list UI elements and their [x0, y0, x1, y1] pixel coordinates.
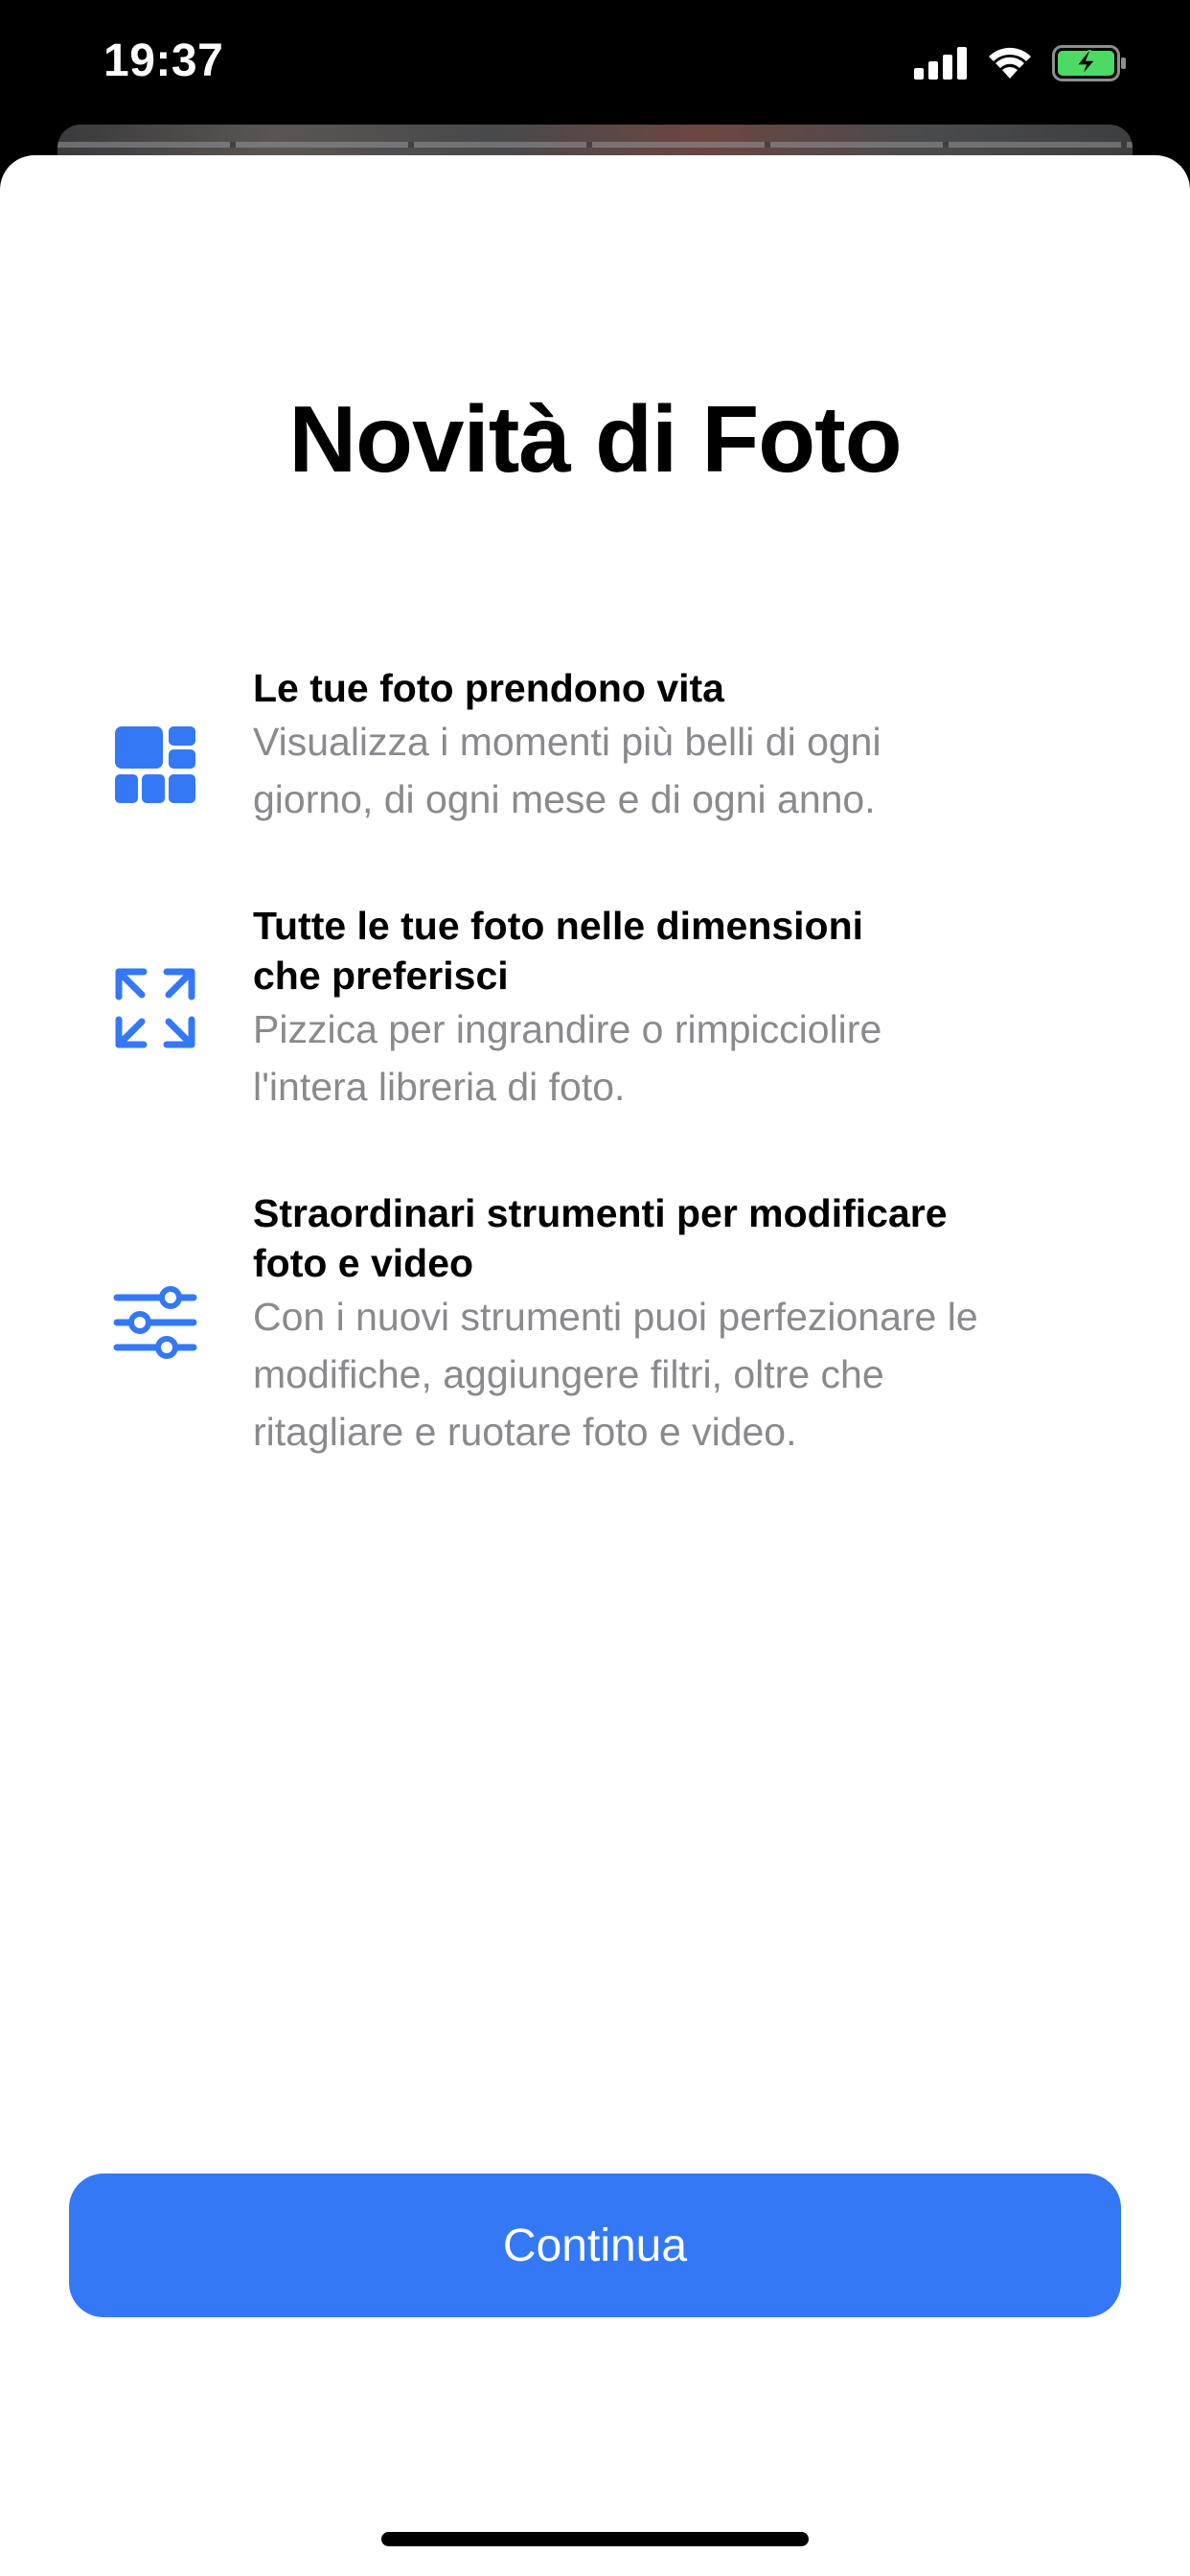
expand-arrows-icon	[115, 968, 195, 1048]
page-title: Novità di Foto	[288, 386, 902, 492]
continue-button[interactable]: Continua	[69, 2174, 1121, 2317]
feature-description-line: l'intera libreria di foto.	[253, 1065, 626, 1109]
whats-new-sheet: Novità di Foto Le tue foto prendono vita…	[0, 155, 1190, 2576]
feature-heading-line: Straordinari strumenti per modificare	[253, 1191, 948, 1235]
grid-layout-icon	[115, 726, 195, 803]
feature-heading-line: che preferisci	[253, 954, 509, 998]
feature-heading-line: Tutte le tue foto nelle dimensioni	[253, 904, 864, 948]
screen: 19:37 Novità di Foto Le tue foto prendon…	[0, 0, 1190, 2576]
feature-description-line: Visualizza i momenti più belli di ogni	[253, 720, 881, 764]
feature-description-line: Con i nuovi strumenti puoi perfezionare …	[253, 1295, 978, 1339]
feature-description-line: modifiche, aggiungere filtri, oltre che	[253, 1352, 884, 1396]
status-time: 19:37	[103, 35, 224, 86]
battery-charging-icon	[1052, 45, 1126, 81]
status-icons	[914, 44, 1127, 82]
feature-heading: Le tue foto prendono vita	[253, 666, 724, 710]
status-bar: 19:37	[0, 0, 1190, 125]
feature-description-line: ritagliare e ruotare foto e video.	[253, 1410, 797, 1454]
home-indicator[interactable]	[381, 2532, 809, 2546]
feature-heading-line: foto e video	[253, 1241, 474, 1285]
feature-description-line: giorno, di ogni mese e di ogni anno.	[253, 777, 876, 821]
wifi-icon	[989, 47, 1031, 79]
cellular-signal-icon	[914, 47, 967, 80]
feature-description-line: Pizzica per ingrandire o rimpicciolire	[253, 1007, 882, 1051]
sliders-icon	[113, 1286, 197, 1359]
